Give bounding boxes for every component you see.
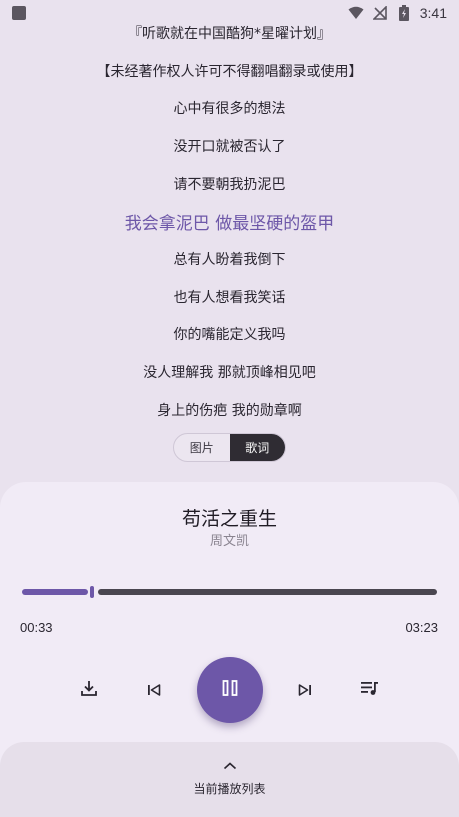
song-title: 苟活之重生: [181, 508, 277, 530]
toggle-lyrics[interactable]: 歌词: [229, 434, 285, 461]
queue-music-icon: [360, 680, 380, 700]
next-button[interactable]: [291, 676, 319, 704]
total-time: 03:23: [405, 620, 438, 635]
playlist-queue-button[interactable]: [356, 676, 384, 704]
skip-previous-icon: [147, 681, 161, 700]
toggle-image[interactable]: 图片: [174, 434, 230, 461]
download-button[interactable]: [75, 676, 103, 704]
lyric-line: 没人理解我 那就顶峰相见吧: [143, 365, 316, 382]
lyric-line: 请不要朝我扔泥巴: [173, 176, 286, 193]
lyric-line: 也有人想看我笑话: [173, 289, 286, 306]
lyric-line: 心中有很多的想法: [173, 101, 286, 118]
playlist-sheet-label[interactable]: 当前播放列表: [0, 780, 459, 797]
song-artist: 周文凯: [209, 534, 249, 549]
previous-button[interactable]: [140, 676, 168, 704]
progress-remaining: [98, 589, 437, 595]
skip-next-icon: [298, 681, 312, 700]
download-icon: [80, 679, 98, 701]
lyric-line: 『听歌就在中国酷狗*星曜计划』: [128, 25, 331, 42]
progress-thumb[interactable]: [90, 586, 94, 598]
current-time: 00:33: [20, 620, 53, 635]
lyric-line: 没开口就被否认了: [173, 138, 286, 155]
lyrics-view[interactable]: 『听歌就在中国酷狗*星曜计划』 【未经著作权人许可不得翻唱翻录或使用】 心中有很…: [0, 14, 459, 429]
lyric-line: 【未经著作权人许可不得翻唱翻录或使用】: [96, 63, 363, 80]
progress-bar[interactable]: [22, 586, 437, 598]
lyric-line: 身上的伤疤 我的勋章啊: [157, 402, 302, 419]
chevron-up-icon[interactable]: [220, 758, 240, 774]
lyric-line: 总有人盼着我倒下: [173, 251, 286, 268]
pause-icon: [221, 679, 239, 701]
lyric-line: 你的嘴能定义我吗: [173, 327, 286, 344]
view-toggle: 图片 歌词: [173, 433, 286, 462]
progress-played: [22, 589, 88, 595]
lyric-line-active: 我会拿泥巴 做最坚硬的盔甲: [124, 213, 335, 234]
play-pause-button[interactable]: [197, 657, 263, 723]
